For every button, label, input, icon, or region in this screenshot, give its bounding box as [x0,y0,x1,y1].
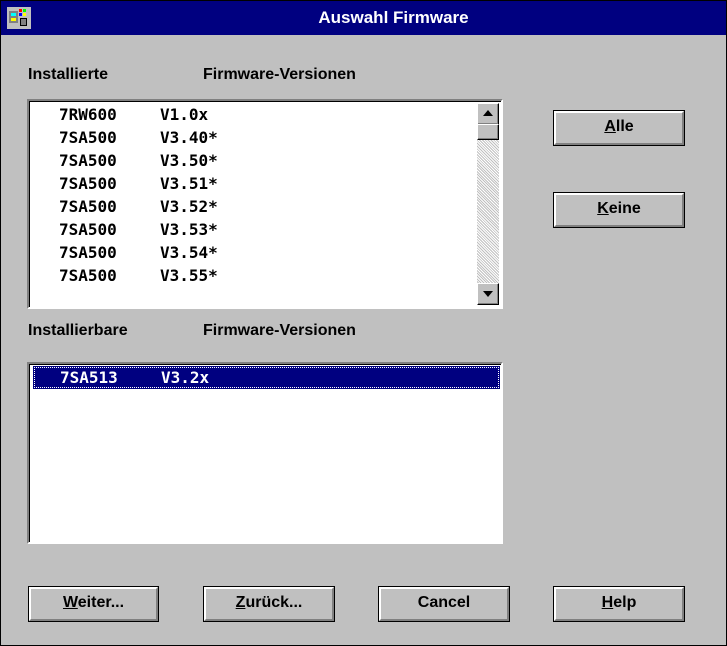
device-name: 7SA500 [59,197,117,216]
installed-label: Installierte [28,66,109,83]
installed-firmware-list[interactable]: 7RW600 V1.0x 7SA500 V3.40* 7SA500 V3.50* 7SA50… [27,99,503,309]
firmware-version: V3.51* [160,174,218,193]
firmware-version: V3.53* [160,220,218,239]
keine-button[interactable]: Keine [553,192,685,228]
list-item[interactable]: 7SA500 V3.54* [32,241,475,264]
list-item[interactable]: 7SA500 V3.50* [32,149,475,172]
device-name: 7SA500 [59,220,117,239]
installed-list-scrollbar[interactable] [477,103,499,305]
list-item[interactable]: 7SA500 V3.55* [32,264,475,287]
arrow-down-icon [483,291,493,297]
firmware-version: V3.40* [160,128,218,147]
list-item[interactable]: 7RW600 V1.0x [32,103,475,126]
device-name: 7SA500 [59,266,117,285]
window-title: Auswahl Firmware [318,8,469,27]
firmware-version: V3.55* [160,266,218,285]
firmware-version: V3.50* [160,151,218,170]
device-name: 7SA500 [59,128,117,147]
scroll-thumb[interactable] [477,124,499,140]
weiter-button[interactable]: Weiter... [28,586,159,622]
scroll-up-button[interactable] [477,103,499,125]
help-button[interactable]: Help [553,586,685,622]
alle-button[interactable]: Alle [553,110,685,146]
installable-firmware-list[interactable]: 7SA513 V3.2x [27,362,503,544]
firmware-dialog: Auswahl Firmware Installierte Firmware-V… [0,0,727,646]
installable-versions-label: Firmware-Versionen [203,322,356,339]
firmware-version: V1.0x [160,105,209,124]
list-item[interactable]: 7SA500 V3.52* [32,195,475,218]
cancel-button[interactable]: Cancel [378,586,510,622]
installable-label: Installierbare [28,322,128,339]
device-name: 7SA513 [60,368,118,387]
arrow-up-icon [483,110,493,116]
scroll-down-button[interactable] [477,283,499,305]
title-bar[interactable]: Auswahl Firmware [1,1,726,35]
firmware-version: V3.54* [160,243,218,262]
list-item[interactable]: 7SA500 V3.53* [32,218,475,241]
device-name: 7SA500 [59,243,117,262]
list-item[interactable]: 7SA513 V3.2x [33,366,500,389]
device-name: 7RW600 [59,105,117,124]
device-name: 7SA500 [59,174,117,193]
list-item[interactable]: 7SA500 V3.40* [32,126,475,149]
zurueck-button[interactable]: Zurück... [203,586,335,622]
list-item[interactable]: 7SA500 V3.51* [32,172,475,195]
firmware-version: V3.2x [161,368,210,387]
device-name: 7SA500 [59,151,117,170]
installed-versions-label: Firmware-Versionen [203,66,356,83]
firmware-version: V3.52* [160,197,218,216]
